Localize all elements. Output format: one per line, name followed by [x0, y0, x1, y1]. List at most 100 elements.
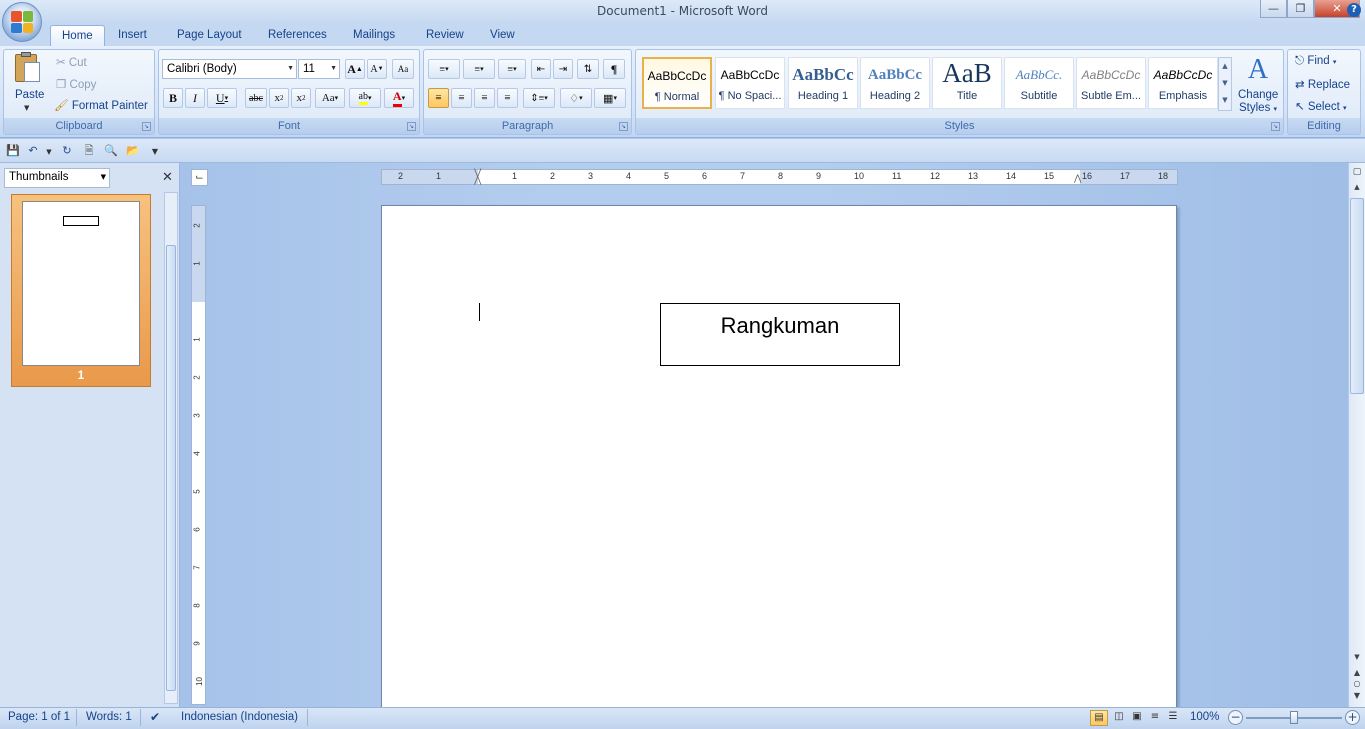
align-center-icon[interactable]: ≡ — [451, 88, 472, 108]
style-subtle-emphasis[interactable]: AaBbCcDc Subtle Em... — [1076, 57, 1146, 109]
styles-gallery-scroll[interactable]: ▲ ▼ ▼ — [1218, 57, 1232, 111]
tab-selector-icon[interactable]: ⌙ — [191, 169, 208, 186]
font-size-combo[interactable]: 11 ▼ — [298, 59, 340, 79]
style-emphasis[interactable]: AaBbCcDc Emphasis — [1148, 57, 1218, 109]
subscript-button[interactable]: x2 — [269, 88, 289, 108]
zoom-level[interactable]: 100% — [1190, 711, 1219, 723]
full-screen-reading-icon[interactable]: ◫ — [1110, 710, 1128, 726]
increase-indent-icon[interactable]: ⇥ — [553, 59, 573, 79]
style-title[interactable]: AaB Title — [932, 57, 1002, 109]
tab-view[interactable]: View — [479, 25, 526, 46]
clipboard-launcher-icon[interactable]: ↘ — [142, 122, 151, 131]
shrink-font-button[interactable]: A ▼ — [367, 59, 387, 79]
tab-insert[interactable]: Insert — [107, 25, 158, 46]
bullets-icon[interactable]: ≡ ▾ — [428, 59, 460, 79]
zoom-slider-thumb[interactable] — [1290, 711, 1298, 724]
style-no-spacing[interactable]: AaBbCcDc ¶ No Spaci... — [715, 57, 785, 109]
textbox-rangkuman[interactable]: Rangkuman — [660, 303, 900, 366]
change-styles-button-line2[interactable]: Styles ▾ — [1239, 102, 1277, 114]
underline-button[interactable]: U ▾ — [207, 88, 237, 108]
cut-button[interactable]: ✂ Cut — [56, 55, 87, 69]
find-button[interactable]: ⎋ Find ▾ — [1295, 55, 1336, 68]
copy-button[interactable]: ❐ Copy — [56, 77, 96, 91]
change-styles-icon[interactable]: A — [1240, 54, 1276, 86]
zoom-out-icon[interactable]: − — [1228, 710, 1243, 725]
style-heading-2[interactable]: AaBbCc Heading 2 — [860, 57, 930, 109]
justify-icon[interactable]: ≡ — [497, 88, 518, 108]
align-right-icon[interactable]: ≡ — [474, 88, 495, 108]
page-count-status[interactable]: Page: 1 of 1 — [8, 711, 70, 723]
paragraph-launcher-icon[interactable]: ↘ — [619, 122, 628, 131]
change-styles-button[interactable]: Change — [1238, 89, 1278, 101]
superscript-button[interactable]: x2 — [291, 88, 311, 108]
multilevel-list-icon[interactable]: ≡ ▾ — [498, 59, 526, 79]
select-browse-object-icon[interactable]: ○ — [1351, 679, 1363, 688]
format-painter-button[interactable]: 🖌 Format Painter — [54, 98, 148, 112]
close-pane-icon[interactable]: ✕ — [162, 170, 173, 185]
zoom-in-icon[interactable]: + — [1345, 710, 1360, 725]
web-layout-icon[interactable]: ▣ — [1128, 710, 1146, 726]
paste-icon[interactable] — [12, 52, 46, 84]
print-preview-icon[interactable]: 🔍 — [104, 144, 118, 158]
chevron-down-icon[interactable]: ▼ — [1351, 653, 1363, 661]
thumbnails-dropdown[interactable]: Thumbnails ▼ — [4, 168, 110, 188]
highlight-color-button[interactable]: ab ▾ — [349, 88, 381, 108]
office-button[interactable] — [2, 2, 42, 42]
grow-font-button[interactable]: A ▲ — [345, 59, 365, 79]
view-ruler-icon[interactable]: ▢ — [1351, 167, 1363, 179]
show-hide-pilcrow-icon[interactable]: ¶ — [603, 59, 625, 79]
tab-review[interactable]: Review — [415, 25, 475, 46]
replace-button[interactable]: ⇄ Replace — [1295, 77, 1350, 91]
outline-view-icon[interactable]: ≡ — [1146, 710, 1164, 726]
proofing-icon[interactable]: ✔ — [150, 710, 160, 724]
font-launcher-icon[interactable]: ↘ — [407, 122, 416, 131]
redo-icon[interactable]: ↻ — [60, 144, 74, 158]
tab-mailings[interactable]: Mailings — [342, 25, 406, 46]
previous-page-icon[interactable]: ▲ — [1351, 668, 1363, 677]
word-count-status[interactable]: Words: 1 — [86, 711, 132, 723]
decrease-indent-icon[interactable]: ⇤ — [531, 59, 551, 79]
bold-button[interactable]: B — [163, 88, 183, 108]
shading-icon[interactable]: ♢ ▾ — [560, 88, 592, 108]
document-vertical-scrollbar[interactable]: ▢ ▲ ▼ ▲ ○ ▼ — [1348, 163, 1365, 707]
vertical-ruler[interactable]: 2 1 1 2 3 4 5 6 7 8 9 10 — [191, 205, 206, 705]
paste-dropdown-icon[interactable]: ▼ — [24, 104, 29, 112]
customize-toolbar-icon[interactable]: ▼ — [148, 145, 162, 159]
undo-icon[interactable]: ↶ — [26, 144, 40, 158]
hanging-indent-icon[interactable]: ⋀ — [474, 176, 481, 186]
more-styles-icon[interactable]: ▼ — [1219, 92, 1231, 109]
font-name-combo[interactable]: Calibri (Body) ▼ — [162, 59, 297, 79]
tab-references[interactable]: References — [257, 25, 338, 46]
help-icon[interactable]: ? — [1347, 3, 1361, 17]
select-button[interactable]: ↖ Select ▾ — [1295, 99, 1347, 113]
chevron-up-icon[interactable]: ▲ — [1351, 183, 1363, 195]
thumbnails-scrollbar[interactable] — [164, 192, 178, 704]
align-left-icon[interactable]: ≡ — [428, 88, 449, 108]
font-color-button[interactable]: A ▾ — [384, 88, 414, 108]
paste-button[interactable]: Paste — [15, 89, 44, 101]
style-subtitle[interactable]: AaBbCc. Subtitle — [1004, 57, 1074, 109]
right-indent-icon[interactable]: ⋀ — [1074, 174, 1081, 184]
styles-launcher-icon[interactable]: ↘ — [1271, 122, 1280, 131]
document-page[interactable]: Rangkuman — [381, 205, 1177, 715]
save-icon[interactable]: 💾 — [6, 144, 20, 158]
sort-icon[interactable]: ⇅ — [577, 59, 599, 79]
style-normal[interactable]: AaBbCcDc ¶ Normal — [642, 57, 712, 109]
open-folder-icon[interactable]: 📂 — [126, 144, 140, 158]
thumbnail-page-1[interactable]: 1 — [11, 194, 151, 387]
print-layout-view-icon[interactable]: ▤ — [1090, 710, 1108, 726]
draft-view-icon[interactable]: ☰ — [1164, 710, 1182, 726]
borders-icon[interactable]: ▦ ▾ — [594, 88, 626, 108]
chevron-down-icon[interactable]: ▼ — [1219, 75, 1231, 92]
chevron-up-icon[interactable]: ▲ — [1219, 58, 1231, 75]
next-page-icon[interactable]: ▼ — [1351, 691, 1363, 700]
new-document-icon[interactable]: 🗎 — [82, 144, 96, 158]
italic-button[interactable]: I — [185, 88, 205, 108]
tab-home[interactable]: Home — [50, 25, 105, 46]
style-heading-1[interactable]: AaBbCc Heading 1 — [788, 57, 858, 109]
maximize-button[interactable]: ❐ — [1287, 0, 1314, 18]
horizontal-ruler[interactable]: 2 1 1 2 3 4 5 6 7 8 9 10 11 12 13 14 15 16 17 18 ⋁ ⋀ ⋀ — [381, 168, 1178, 186]
clear-formatting-icon[interactable]: Aa — [392, 59, 414, 79]
undo-dropdown-icon[interactable]: ▼ — [42, 145, 56, 159]
language-status[interactable]: Indonesian (Indonesia) — [181, 711, 298, 723]
